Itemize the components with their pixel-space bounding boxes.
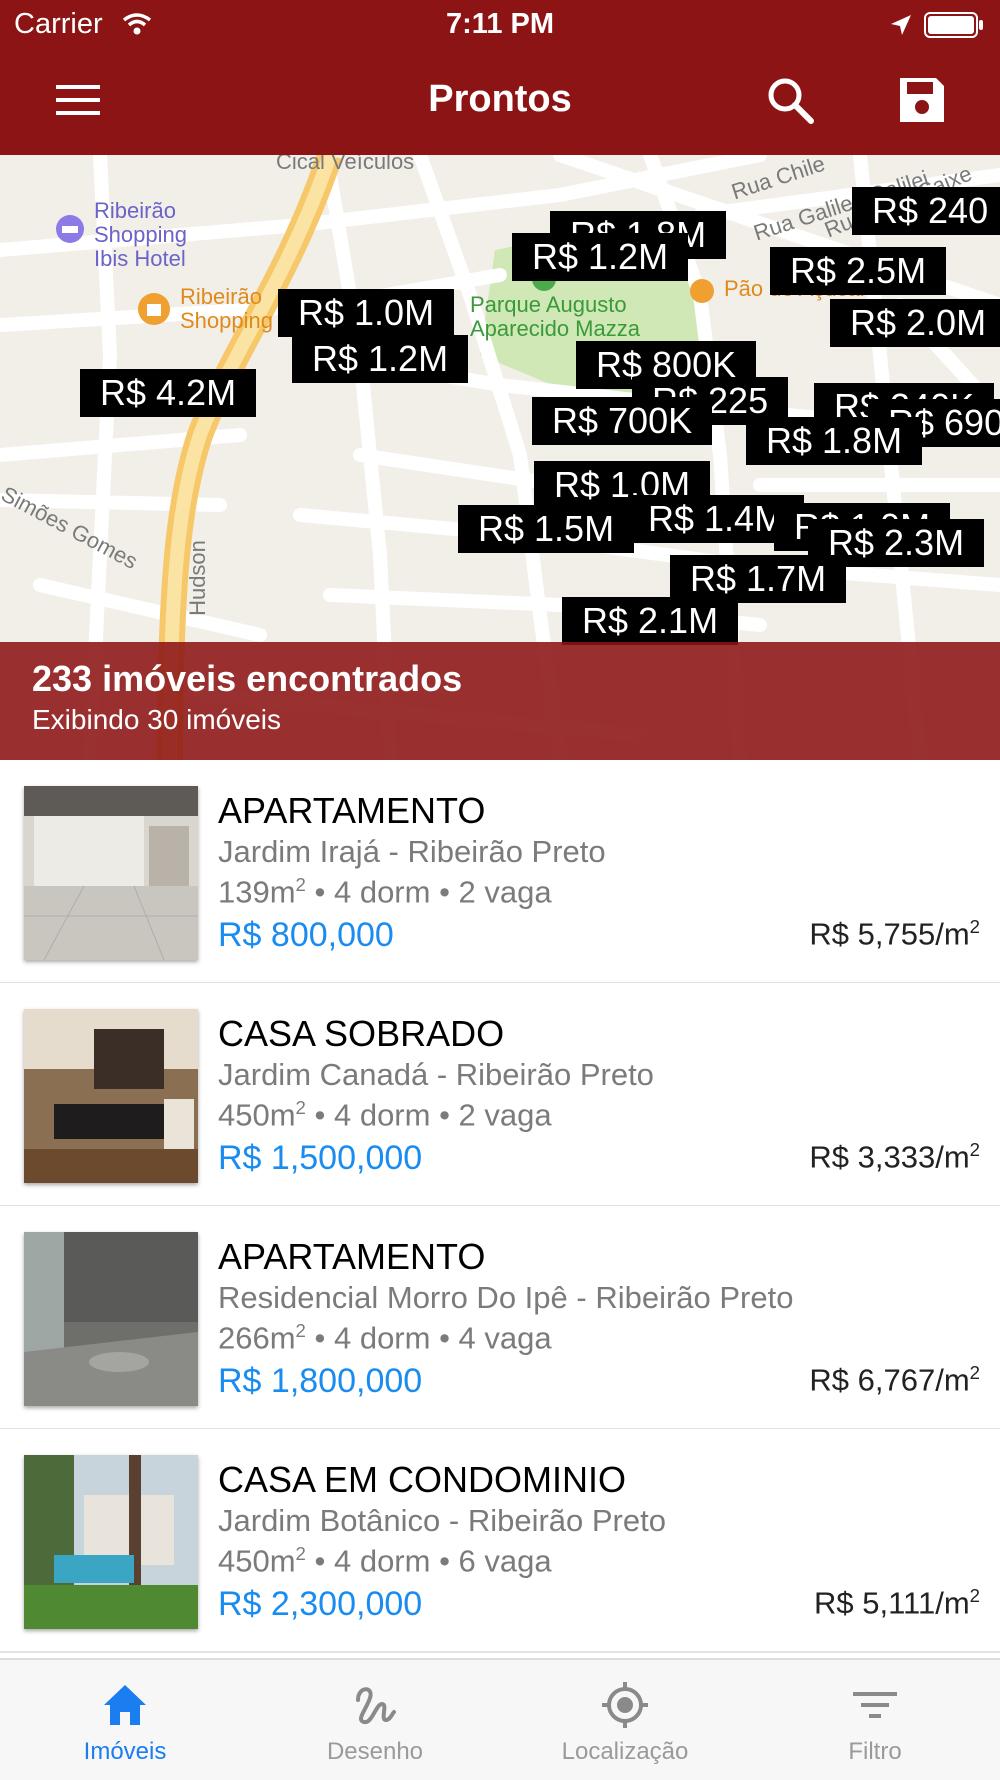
crosshair-icon	[602, 1682, 648, 1728]
street-label: Hudson	[184, 540, 210, 616]
map-view[interactable]: Cical Veículos Rua Chile Rua Galileu Gal…	[0, 155, 1000, 760]
filter-icon	[853, 1692, 897, 1718]
tab-label: Imóveis	[83, 1738, 167, 1765]
listing-item[interactable]: APARTAMENTO Jardim Irajá - Ribeirão Pret…	[0, 760, 1000, 984]
price-marker[interactable]: R$ 1.7M	[670, 555, 847, 603]
listing-item[interactable]: APARTAMENTO Residencial Morro Do Ipê - R…	[0, 1206, 1000, 1430]
tab-bar: Imóveis Desenho Localização Filtro	[0, 1658, 1000, 1780]
battery-icon	[924, 12, 983, 38]
tab-label: Filtro	[848, 1738, 902, 1765]
location-arrow-icon	[891, 15, 911, 35]
listing-price: R$ 800,000	[218, 916, 394, 954]
listing-price-per-m2: R$ 6,767/m2	[809, 1362, 980, 1398]
listing-location: Jardim Irajá - Ribeirão Preto	[218, 834, 606, 869]
listing-photo	[24, 1232, 198, 1406]
listing-price: R$ 2,300,000	[218, 1585, 423, 1623]
listing-price: R$ 1,800,000	[218, 1362, 423, 1400]
save-button[interactable]	[896, 74, 948, 126]
draw-icon	[356, 1687, 396, 1725]
listing-specs: 266m2 • 4 dorm • 4 vaga	[218, 1320, 552, 1356]
listing-price: R$ 1,500,000	[218, 1139, 423, 1177]
price-marker[interactable]: R$ 240	[852, 187, 1000, 235]
save-icon	[900, 78, 944, 122]
price-marker[interactable]: R$ 1.8M	[746, 417, 923, 465]
listing-location: Residencial Morro Do Ipê - Ribeirão Pret…	[218, 1280, 794, 1315]
tab-imoveis[interactable]: Imóveis	[0, 1660, 250, 1780]
price-marker[interactable]: R$ 700K	[532, 397, 713, 445]
listing-photo	[24, 1455, 198, 1629]
clock-label: 7:11 PM	[446, 8, 554, 40]
hotel-label: Ribeirão Shopping Ibis Hotel	[94, 198, 187, 271]
listing-type: APARTAMENTO	[218, 1236, 486, 1277]
listing-type: CASA EM CONDOMINIO	[218, 1459, 627, 1500]
price-marker[interactable]: R$ 2.0M	[830, 299, 1000, 347]
tab-label: Localização	[561, 1738, 689, 1765]
price-marker[interactable]: R$ 2.5M	[770, 247, 947, 295]
street-label: Cical Veículos	[276, 155, 415, 174]
listing-specs: 139m2 • 4 dorm • 2 vaga	[218, 874, 552, 910]
price-marker[interactable]: R$ 1.5M	[458, 505, 635, 553]
listing-price-per-m2: R$ 3,333/m2	[809, 1139, 980, 1175]
price-marker[interactable]: R$ 2.1M	[562, 597, 739, 645]
market-icon	[690, 279, 714, 303]
listing-location: Jardim Canadá - Ribeirão Preto	[218, 1057, 654, 1092]
listing-price-per-m2: R$ 5,111/m2	[814, 1585, 980, 1621]
tab-desenho[interactable]: Desenho	[250, 1660, 500, 1780]
hotel-icon	[56, 215, 84, 243]
listing-item[interactable]: CASA EM CONDOMINIO Jardim Botânico - Rib…	[0, 1429, 1000, 1653]
price-marker[interactable]: R$ 4.2M	[80, 369, 257, 417]
price-marker[interactable]: R$ 1.2M	[292, 335, 469, 383]
price-marker[interactable]: R$ 1.2M	[512, 233, 689, 281]
results-showing: Exibindo 30 imóveis	[32, 704, 282, 735]
listing-photo	[24, 786, 198, 960]
shopping-icon	[138, 293, 170, 325]
results-count: 233 imóveis encontrados	[32, 658, 463, 699]
listing-location: Jardim Botânico - Ribeirão Preto	[218, 1503, 666, 1538]
page-title: Prontos	[428, 78, 572, 120]
tab-filtro[interactable]: Filtro	[750, 1660, 1000, 1780]
park-label: Parque Augusto Aparecido Mazza	[470, 292, 640, 341]
navigation-bar: Carrier 7:11 PM Prontos	[0, 0, 1000, 155]
search-button[interactable]	[764, 74, 818, 128]
listing-list[interactable]: APARTAMENTO Jardim Irajá - Ribeirão Pret…	[0, 760, 1000, 1658]
results-summary: 233 imóveis encontrados Exibindo 30 imóv…	[0, 642, 1000, 760]
price-marker[interactable]: R$ 1.0M	[278, 289, 455, 337]
search-icon	[768, 78, 814, 124]
listing-photo	[24, 1009, 198, 1183]
tab-localizacao[interactable]: Localização	[500, 1660, 750, 1780]
listing-item[interactable]: CASA SOBRADO Jardim Canadá - Ribeirão Pr…	[0, 983, 1000, 1207]
listing-specs: 450m2 • 4 dorm • 6 vaga	[218, 1543, 552, 1579]
listing-price-per-m2: R$ 5,755/m2	[809, 916, 980, 952]
home-icon	[104, 1685, 146, 1725]
listing-type: APARTAMENTO	[218, 790, 486, 831]
shopping-label: Ribeirão Shopping	[180, 284, 273, 333]
tab-label: Desenho	[326, 1738, 424, 1765]
listing-type: CASA SOBRADO	[218, 1013, 505, 1054]
listing-specs: 450m2 • 4 dorm • 2 vaga	[218, 1097, 552, 1133]
